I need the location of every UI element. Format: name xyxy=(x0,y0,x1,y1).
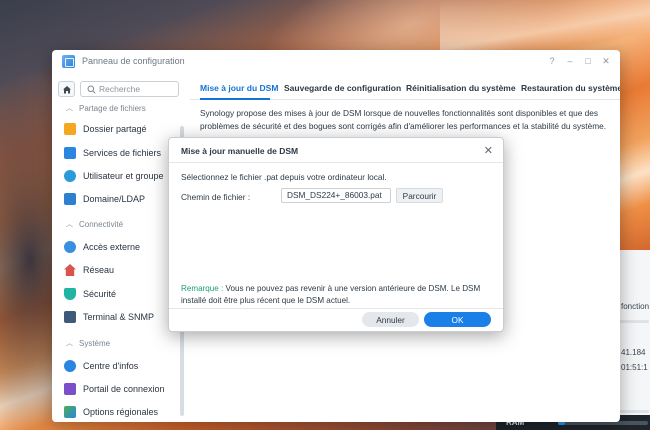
sidebar-item-label: Sécurité xyxy=(83,289,117,299)
dialog-instruction: Sélectionnez le fichier .pat depuis votr… xyxy=(181,172,387,182)
widget-text: 01:51:1 xyxy=(621,363,648,372)
tab-bar: Mise à jour du DSM Sauvegarde de configu… xyxy=(190,74,620,100)
home-button[interactable] xyxy=(58,81,75,97)
widget-bar xyxy=(619,320,649,323)
chevron-up-icon: ︿ xyxy=(66,105,73,112)
window-titlebar[interactable]: Panneau de configuration ? – □ ✕ xyxy=(52,50,620,74)
dialog-note: Remarque : Vous ne pouvez pas revenir à … xyxy=(181,283,493,307)
sidebar-item-domain-ldap[interactable]: Domaine/LDAP xyxy=(64,191,145,207)
maximize-icon[interactable]: □ xyxy=(582,55,594,67)
manual-update-dialog: Mise à jour manuelle de DSM ✕ Sélectionn… xyxy=(168,137,504,332)
widget-text: 41.184 xyxy=(621,348,646,357)
folder-icon xyxy=(64,123,76,135)
minimize-icon[interactable]: – xyxy=(564,55,576,67)
file-services-icon xyxy=(64,147,76,159)
sidebar-item-info-center[interactable]: Centre d'infos xyxy=(64,358,138,374)
ok-button[interactable]: OK xyxy=(424,312,491,327)
sidebar-item-terminal-snmp[interactable]: Terminal & SNMP xyxy=(64,309,154,325)
sidebar-item-label: Réseau xyxy=(83,265,115,275)
note-label: Remarque : xyxy=(181,284,224,293)
sidebar-item-label: Terminal & SNMP xyxy=(83,312,155,322)
widget-text: fonction xyxy=(621,302,650,311)
file-path-label: Chemin de fichier : xyxy=(181,192,251,202)
widget-bar xyxy=(619,410,649,413)
terminal-icon xyxy=(64,311,76,323)
close-icon[interactable]: ✕ xyxy=(600,55,612,67)
tab-system-reset[interactable]: Réinitialisation du système xyxy=(406,83,516,93)
sidebar-item-label: Dossier partagé xyxy=(83,124,147,134)
section-header-system[interactable]: ︿ Système xyxy=(66,338,110,348)
info-icon xyxy=(64,360,76,372)
search-input[interactable] xyxy=(99,83,177,95)
globe-icon xyxy=(64,241,76,253)
network-icon xyxy=(64,264,76,276)
section-header-connectivity[interactable]: ︿ Connectivité xyxy=(66,219,123,229)
divider xyxy=(169,308,503,309)
portal-icon xyxy=(64,383,76,395)
domain-icon xyxy=(64,193,76,205)
sidebar-item-security[interactable]: Sécurité xyxy=(64,286,116,302)
chevron-up-icon: ︿ xyxy=(66,221,73,228)
help-icon[interactable]: ? xyxy=(546,55,558,67)
sidebar-item-label: Services de fichiers xyxy=(83,148,162,158)
sidebar-item-label: Options régionales xyxy=(83,407,159,417)
sidebar-item-shared-folder[interactable]: Dossier partagé xyxy=(64,121,147,137)
search-icon xyxy=(87,85,96,94)
file-path-field[interactable]: DSM_DS224+_86003.pat xyxy=(281,188,391,203)
close-icon[interactable]: ✕ xyxy=(484,144,493,157)
sidebar-item-user-group[interactable]: Utilisateur et groupe xyxy=(64,168,164,184)
divider xyxy=(169,162,503,163)
window-title: Panneau de configuration xyxy=(82,56,185,66)
users-icon xyxy=(64,170,76,182)
note-text: Vous ne pouvez pas revenir à une version… xyxy=(181,284,481,305)
sidebar-item-label: Portail de connexion xyxy=(83,384,165,394)
section-header-file-sharing[interactable]: ︿ Partage de fichiers xyxy=(66,103,146,113)
dialog-title: Mise à jour manuelle de DSM xyxy=(181,146,299,156)
tab-dsm-update[interactable]: Mise à jour du DSM xyxy=(200,83,278,93)
sidebar-item-regional-options[interactable]: Options régionales xyxy=(64,404,158,420)
cancel-button[interactable]: Annuler xyxy=(362,312,419,327)
home-icon xyxy=(63,86,71,94)
control-panel-icon xyxy=(62,55,75,68)
section-title: Connectivité xyxy=(79,219,124,229)
section-title: Partage de fichiers xyxy=(79,103,146,113)
sidebar-item-file-services[interactable]: Services de fichiers xyxy=(64,145,161,161)
sidebar-item-label: Domaine/LDAP xyxy=(83,194,146,204)
regional-icon xyxy=(64,406,76,418)
sidebar-item-external-access[interactable]: Accès externe xyxy=(64,239,140,255)
search-box[interactable] xyxy=(80,81,179,97)
section-title: Système xyxy=(79,338,111,348)
browse-button[interactable]: Parcourir xyxy=(396,188,443,203)
sidebar-item-label: Accès externe xyxy=(83,242,141,252)
chevron-up-icon: ︿ xyxy=(66,340,73,347)
sidebar-item-label: Utilisateur et groupe xyxy=(83,171,164,181)
sidebar-item-login-portal[interactable]: Portail de connexion xyxy=(64,381,165,397)
active-tab-indicator xyxy=(200,98,270,100)
tab-config-backup[interactable]: Sauvegarde de configuration xyxy=(284,83,401,93)
sidebar-item-network[interactable]: Réseau xyxy=(64,262,114,278)
dsm-update-description: Synology propose des mises à jour de DSM… xyxy=(200,108,607,131)
shield-icon xyxy=(64,288,76,300)
sidebar-item-label: Centre d'infos xyxy=(83,361,139,371)
tab-system-restore[interactable]: Restauration du système xyxy=(521,83,620,93)
